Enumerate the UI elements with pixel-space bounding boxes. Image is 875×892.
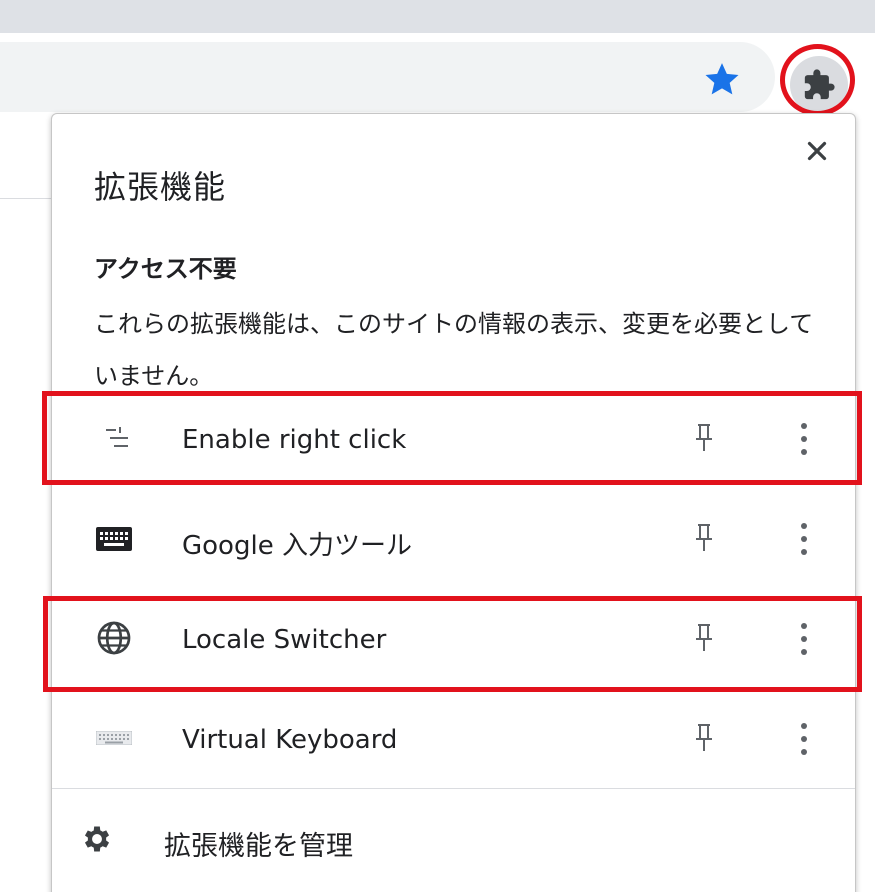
manage-extensions-label: 拡張機能を管理 <box>164 831 353 862</box>
more-options-icon[interactable] <box>797 521 811 557</box>
pin-icon[interactable] <box>692 521 716 553</box>
virtual-keyboard-icon <box>96 731 132 745</box>
pin-icon[interactable] <box>692 621 716 653</box>
puzzle-icon <box>804 69 835 100</box>
more-options-icon[interactable] <box>797 621 811 657</box>
extension-name: Google 入力ツール <box>182 531 412 561</box>
manage-extensions-button[interactable]: 拡張機能を管理 <box>52 789 855 892</box>
extensions-button[interactable] <box>790 56 848 114</box>
more-options-icon[interactable] <box>797 721 811 757</box>
gear-icon <box>84 826 110 852</box>
extension-row-locale-switcher[interactable]: Locale Switcher <box>52 589 855 689</box>
extension-row-virtual-keyboard[interactable]: Virtual Keyboard <box>52 689 855 789</box>
extension-row-google-input-tools[interactable]: Google 入力ツール <box>52 489 855 589</box>
browser-window: 拡張機能 アクセス不要 これらの拡張機能は、このサイトの情報の表示、変更を必要と… <box>0 0 875 892</box>
panel-title: 拡張機能 <box>94 168 227 206</box>
pin-icon[interactable] <box>692 721 716 753</box>
extension-row-enable-right-click[interactable]: Enable right click <box>52 389 855 489</box>
more-options-icon[interactable] <box>797 421 811 457</box>
extension-name: Enable right click <box>182 425 407 455</box>
extension-name: Locale Switcher <box>182 625 387 655</box>
globe-icon <box>97 621 131 655</box>
star-icon[interactable] <box>701 59 743 99</box>
close-icon[interactable] <box>800 136 834 166</box>
keyboard-icon <box>96 527 132 551</box>
section-description: これらの拡張機能は、このサイトの情報の表示、変更を必要としていません。 <box>94 310 814 390</box>
section-heading: アクセス不要 <box>94 255 237 283</box>
tune-icon <box>106 427 128 447</box>
tab-strip <box>0 0 875 33</box>
pin-icon[interactable] <box>692 421 716 453</box>
address-bar[interactable] <box>0 42 775 112</box>
extension-name: Virtual Keyboard <box>182 725 398 755</box>
